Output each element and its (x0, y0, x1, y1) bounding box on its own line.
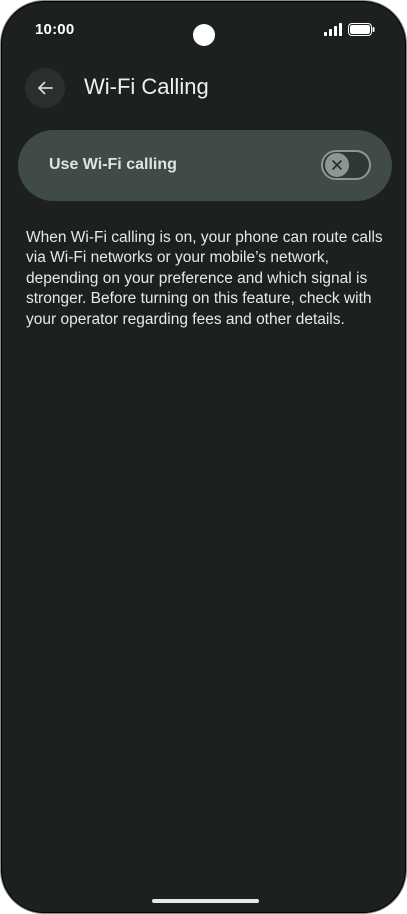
toggle-label: Use Wi-Fi calling (49, 156, 177, 173)
back-button[interactable] (25, 68, 65, 108)
screen: 10:00 Wi-Fi Calling Use Wi-Fi calling Wh… (2, 2, 405, 912)
wifi-calling-switch[interactable] (321, 150, 371, 180)
status-time: 10:00 (35, 21, 75, 38)
signal-icon (324, 23, 342, 36)
battery-icon (348, 23, 375, 36)
app-bar: Wi-Fi Calling (2, 66, 405, 110)
page-title: Wi-Fi Calling (84, 74, 209, 99)
wifi-calling-toggle-row[interactable]: Use Wi-Fi calling (18, 130, 392, 201)
camera-cutout (193, 24, 215, 46)
switch-thumb (325, 153, 349, 177)
status-bar: 10:00 (2, 2, 405, 58)
status-icons (324, 23, 375, 36)
description-text: When Wi-Fi calling is on, your phone can… (26, 229, 383, 328)
arrow-back-icon (38, 81, 53, 95)
close-icon (332, 160, 342, 170)
phone-frame: 10:00 Wi-Fi Calling Use Wi-Fi calling Wh… (0, 0, 407, 914)
home-indicator[interactable] (152, 899, 259, 903)
